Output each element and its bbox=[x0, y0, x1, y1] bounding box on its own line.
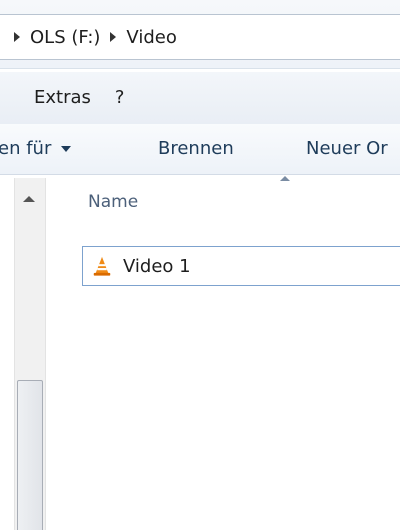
burn-button[interactable]: Brennen bbox=[152, 124, 240, 174]
nav-scrollbar[interactable] bbox=[14, 178, 46, 530]
column-header-name[interactable]: Name bbox=[88, 192, 138, 212]
list-item[interactable]: Video 1 bbox=[82, 246, 400, 286]
scroll-thumb[interactable] bbox=[17, 380, 43, 530]
breadcrumb[interactable]: OLS (F:) Video bbox=[0, 14, 400, 60]
new-folder-button[interactable]: Neuer Or bbox=[300, 124, 394, 174]
file-list-pane bbox=[50, 176, 400, 530]
explorer-window: OLS (F:) Video Extras ? en für Brennen N… bbox=[0, 0, 400, 530]
menu-item-help[interactable]: ? bbox=[107, 72, 133, 124]
address-area: OLS (F:) Video bbox=[0, 0, 400, 69]
dropdown-arrow-icon bbox=[61, 146, 72, 152]
breadcrumb-separator-icon[interactable] bbox=[14, 32, 20, 42]
open-with-button[interactable]: en für bbox=[0, 124, 77, 174]
toolbar: en für Brennen Neuer Or bbox=[0, 124, 400, 175]
scroll-up-icon[interactable] bbox=[23, 196, 35, 202]
burn-label: Brennen bbox=[158, 138, 234, 159]
file-name: Video 1 bbox=[123, 255, 191, 277]
sort-ascending-icon bbox=[280, 176, 290, 181]
breadcrumb-drive[interactable]: OLS (F:) bbox=[30, 27, 100, 48]
menu-bar: Extras ? bbox=[0, 72, 400, 125]
breadcrumb-folder[interactable]: Video bbox=[126, 27, 176, 48]
vlc-icon bbox=[93, 256, 111, 276]
new-folder-label: Neuer Or bbox=[306, 138, 388, 159]
open-with-label: en für bbox=[0, 138, 52, 159]
breadcrumb-separator-icon[interactable] bbox=[110, 32, 117, 42]
menu-item-extras[interactable]: Extras bbox=[26, 72, 99, 124]
